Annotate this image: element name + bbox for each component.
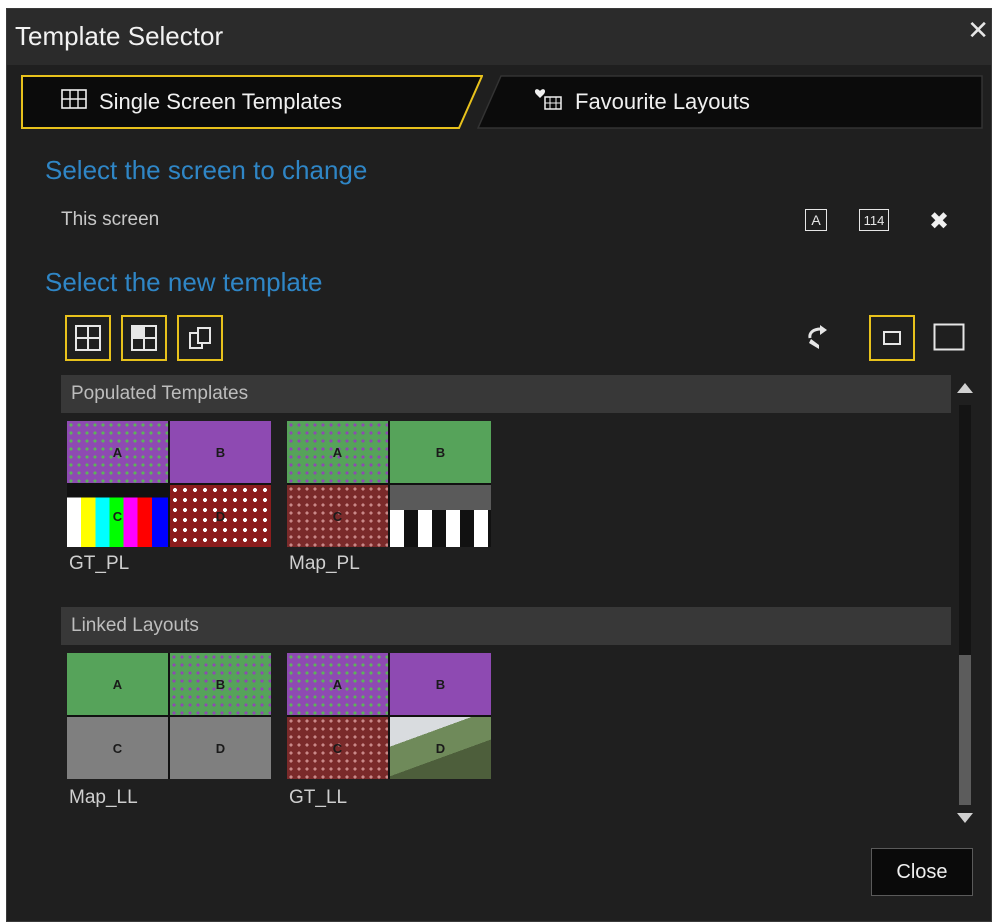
thumb-cell: C [287, 717, 388, 779]
thumb-cell: D [170, 485, 271, 547]
remove-icon[interactable]: ✖ [929, 207, 949, 236]
thumb-cell: D [390, 717, 491, 779]
group-header-populated-templates: Populated Templates [61, 375, 951, 413]
grid-icon [61, 89, 87, 115]
screen-number-badge[interactable]: 114 [859, 209, 889, 231]
thumb-cell: C [287, 485, 388, 547]
close-button[interactable]: Close [871, 848, 973, 896]
template-thumbnail-gt-pl[interactable]: A B C D [67, 421, 271, 547]
thumb-cell: A [287, 421, 388, 483]
mixed-grid-icon [131, 325, 157, 351]
linked-copy-icon [189, 327, 211, 349]
template-label: Map_PL [289, 553, 360, 574]
thumb-cell: B [170, 421, 271, 483]
template-thumbnail-map-ll[interactable]: A B C D [67, 653, 271, 779]
scroll-thumb[interactable] [959, 655, 971, 805]
screen-label: This screen [61, 209, 160, 230]
thumb-cell: D [170, 717, 271, 779]
thumb-cell: C [67, 485, 168, 547]
list-scrollbar[interactable] [955, 383, 975, 827]
window-close-icon[interactable]: ✕ [967, 17, 989, 43]
thumb-cell: B [390, 421, 491, 483]
template-selector-window: Template Selector ✕ Single Screen Templa… [6, 8, 992, 922]
quad-grid-filter-button[interactable] [65, 315, 111, 361]
thumb-cell: B [390, 653, 491, 715]
thumb-cell: A [67, 653, 168, 715]
rotate-arrow-icon[interactable] [805, 325, 833, 351]
tab-label: Single Screen Templates [99, 89, 342, 114]
window-title: Template Selector [15, 21, 224, 51]
quad-grid-icon [75, 325, 101, 351]
thumb-cell: B [170, 653, 271, 715]
screen-letter-badge[interactable]: A [805, 209, 827, 231]
wide-aspect-button[interactable] [933, 323, 965, 351]
mixed-grid-filter-button[interactable] [121, 315, 167, 361]
template-thumbnail-map-pl[interactable]: A B C [287, 421, 491, 547]
thumb-cell: A [287, 653, 388, 715]
scroll-down-arrow-icon[interactable] [957, 813, 973, 823]
template-label: Map_LL [69, 787, 138, 808]
linked-filter-button[interactable] [177, 315, 223, 361]
small-aspect-button[interactable] [869, 315, 915, 361]
small-rect-icon [883, 331, 901, 345]
tab-favourite-layouts[interactable]: Favourite Layouts [477, 75, 983, 129]
title-bar: Template Selector ✕ [7, 9, 991, 65]
thumb-cell: C [67, 717, 168, 779]
scroll-track[interactable] [959, 405, 971, 805]
select-screen-heading: Select the screen to change [45, 155, 368, 185]
template-label: GT_PL [69, 553, 130, 574]
tab-single-screen-templates[interactable]: Single Screen Templates [21, 75, 483, 129]
scroll-up-arrow-icon[interactable] [957, 383, 973, 393]
tab-label: Favourite Layouts [575, 89, 750, 114]
thumb-cell: A [67, 421, 168, 483]
heart-grid-icon [533, 87, 563, 117]
template-thumbnail-gt-ll[interactable]: A B C D [287, 653, 491, 779]
thumb-cell [390, 485, 491, 547]
group-header-linked-layouts: Linked Layouts [61, 607, 951, 645]
wide-rect-icon [933, 323, 965, 351]
select-template-heading: Select the new template [45, 267, 323, 297]
template-label: GT_LL [289, 787, 348, 808]
